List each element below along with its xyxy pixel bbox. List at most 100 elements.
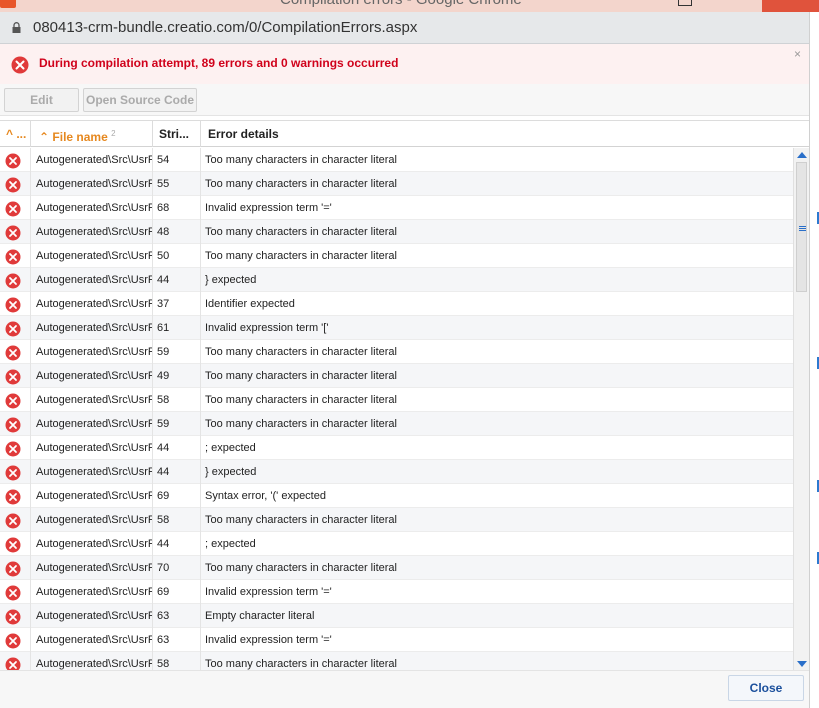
table-row[interactable]: Autogenerated\Src\UsrF 69 Syntax error, '(… xyxy=(0,484,793,508)
line-number-cell: 54 xyxy=(153,148,201,172)
address-bar[interactable]: 080413-crm-bundle.creatio.com/0/Compilat… xyxy=(0,12,809,44)
status-cell xyxy=(0,604,31,628)
edit-button[interactable]: Edit xyxy=(4,88,79,112)
status-cell xyxy=(0,292,31,316)
status-cell xyxy=(0,148,31,172)
background-window-edge xyxy=(809,12,819,708)
error-circle-icon xyxy=(5,633,21,649)
status-cell xyxy=(0,532,31,556)
column-header-line[interactable]: Stri... xyxy=(153,121,201,147)
scroll-down-icon[interactable] xyxy=(797,661,807,667)
file-name-cell: Autogenerated\Src\UsrF xyxy=(31,436,153,460)
file-name-cell: Autogenerated\Src\UsrF xyxy=(31,292,153,316)
table-row[interactable]: Autogenerated\Src\UsrF 69 Invalid expressi… xyxy=(0,580,793,604)
error-circle-icon xyxy=(5,441,21,457)
file-name-cell: Autogenerated\Src\UsrF xyxy=(31,604,153,628)
line-number-cell: 58 xyxy=(153,388,201,412)
table-row[interactable]: Autogenerated\Src\UsrF 68 Invalid expressi… xyxy=(0,196,793,220)
table-row[interactable]: Autogenerated\Src\UsrF 44 ; expected xyxy=(0,436,793,460)
error-circle-icon xyxy=(5,465,21,481)
table-row[interactable]: Autogenerated\Src\UsrF 59 Too many charact… xyxy=(0,412,793,436)
table-row[interactable]: Autogenerated\Src\UsrF 70 Too many charact… xyxy=(0,556,793,580)
error-details-cell: Too many characters in character literal xyxy=(205,370,397,382)
column-header-file-name[interactable]: ⌃ File name 2 xyxy=(31,121,153,147)
table-row[interactable]: Autogenerated\Src\UsrF 44} expected xyxy=(0,268,793,292)
status-cell xyxy=(0,340,31,364)
table-row[interactable]: Autogenerated\Src\UsrF 61 Invalid expressi… xyxy=(0,316,793,340)
table-row[interactable]: Autogenerated\Src\UsrF 50 Too many charact… xyxy=(0,244,793,268)
compilation-errors-dialog: During compilation attempt, 89 errors an… xyxy=(0,44,809,708)
banner-dismiss-icon[interactable]: × xyxy=(794,47,801,61)
scroll-up-icon[interactable] xyxy=(797,152,807,158)
error-circle-icon xyxy=(5,297,21,313)
status-cell xyxy=(0,460,31,484)
line-number-cell: 49 xyxy=(153,364,201,388)
table-row[interactable]: Autogenerated\Src\UsrF 37 Identifier expec… xyxy=(0,292,793,316)
open-source-code-button[interactable]: Open Source Code xyxy=(83,88,197,112)
error-details-cell: Identifier expected xyxy=(205,298,295,310)
table-row[interactable]: Autogenerated\Src\UsrF 49 Too many charact… xyxy=(0,364,793,388)
error-circle-icon xyxy=(5,273,21,289)
table-row[interactable]: Autogenerated\Src\UsrF 44} expected xyxy=(0,460,793,484)
error-circle-icon xyxy=(5,489,21,505)
file-name-cell: Autogenerated\Src\UsrF xyxy=(31,268,153,292)
table-row[interactable]: Autogenerated\Src\UsrF 44 ; expected xyxy=(0,532,793,556)
scrollbar-thumb[interactable] xyxy=(796,162,807,292)
table-row[interactable]: Autogenerated\Src\UsrF 55 Too many charact… xyxy=(0,172,793,196)
file-name-cell: Autogenerated\Src\UsrF xyxy=(31,244,153,268)
error-banner: During compilation attempt, 89 errors an… xyxy=(0,44,809,84)
vertical-scrollbar[interactable] xyxy=(793,148,809,671)
line-number-cell: 61 xyxy=(153,316,201,340)
error-details-cell: Invalid expression term '=' xyxy=(205,202,332,214)
error-details-cell: Too many characters in character literal xyxy=(205,178,397,190)
line-number-cell: 58 xyxy=(153,508,201,532)
error-circle-icon xyxy=(5,657,21,671)
table-row[interactable]: Autogenerated\Src\UsrF 58 Too many charact… xyxy=(0,388,793,412)
status-cell xyxy=(0,508,31,532)
file-name-cell: Autogenerated\Src\UsrF xyxy=(31,556,153,580)
error-circle-icon xyxy=(5,249,21,265)
window-close-button[interactable] xyxy=(762,0,819,12)
file-name-cell: Autogenerated\Src\UsrF xyxy=(31,220,153,244)
line-number-cell: 58 xyxy=(153,652,201,671)
status-cell xyxy=(0,172,31,196)
maximize-icon[interactable] xyxy=(678,0,692,6)
lock-icon xyxy=(12,22,21,33)
error-summary-text: During compilation attempt, 89 errors an… xyxy=(39,56,399,70)
line-number-cell: 59 xyxy=(153,340,201,364)
status-cell xyxy=(0,412,31,436)
column-header-error-details[interactable]: Error details xyxy=(201,121,809,147)
line-number-cell: 55 xyxy=(153,172,201,196)
column-header-status[interactable]: ^ ... xyxy=(0,121,31,147)
error-circle-icon xyxy=(5,177,21,193)
error-details-cell: Invalid expression term '=' xyxy=(205,586,332,598)
line-number-cell: 44 xyxy=(153,436,201,460)
status-cell xyxy=(0,220,31,244)
status-cell xyxy=(0,244,31,268)
error-circle-icon xyxy=(5,153,21,169)
status-cell xyxy=(0,652,31,671)
table-row[interactable]: Autogenerated\Src\UsrF 63 Empty character … xyxy=(0,604,793,628)
status-cell xyxy=(0,580,31,604)
error-circle-icon xyxy=(5,321,21,337)
status-cell xyxy=(0,388,31,412)
table-row[interactable]: Autogenerated\Src\UsrF 54 Too many charact… xyxy=(0,148,793,172)
line-number-cell: 69 xyxy=(153,484,201,508)
table-row[interactable]: Autogenerated\Src\UsrF 59 Too many charact… xyxy=(0,340,793,364)
grip-icon xyxy=(799,226,806,231)
table-row[interactable]: Autogenerated\Src\UsrF 63 Invalid expressi… xyxy=(0,628,793,652)
error-details-cell: } expected xyxy=(205,274,257,286)
window-title: Compilation errors - Google Chrome xyxy=(280,0,522,8)
close-button[interactable]: Close xyxy=(728,675,804,701)
toolbar: Edit Open Source Code xyxy=(0,84,809,116)
error-details-cell: Invalid expression term '[' xyxy=(205,322,329,334)
table-row[interactable]: Autogenerated\Src\UsrF 58 Too many charact… xyxy=(0,508,793,532)
table-row[interactable]: Autogenerated\Src\UsrF 48 Too many charact… xyxy=(0,220,793,244)
table-row[interactable]: Autogenerated\Src\UsrF 58 Too many charact… xyxy=(0,652,793,671)
file-name-cell: Autogenerated\Src\UsrF xyxy=(31,340,153,364)
error-details-cell: Empty character literal xyxy=(205,610,315,622)
status-cell xyxy=(0,268,31,292)
error-circle-icon xyxy=(5,609,21,625)
url-text[interactable]: 080413-crm-bundle.creatio.com/0/Compilat… xyxy=(33,19,417,36)
line-number-cell: 70 xyxy=(153,556,201,580)
